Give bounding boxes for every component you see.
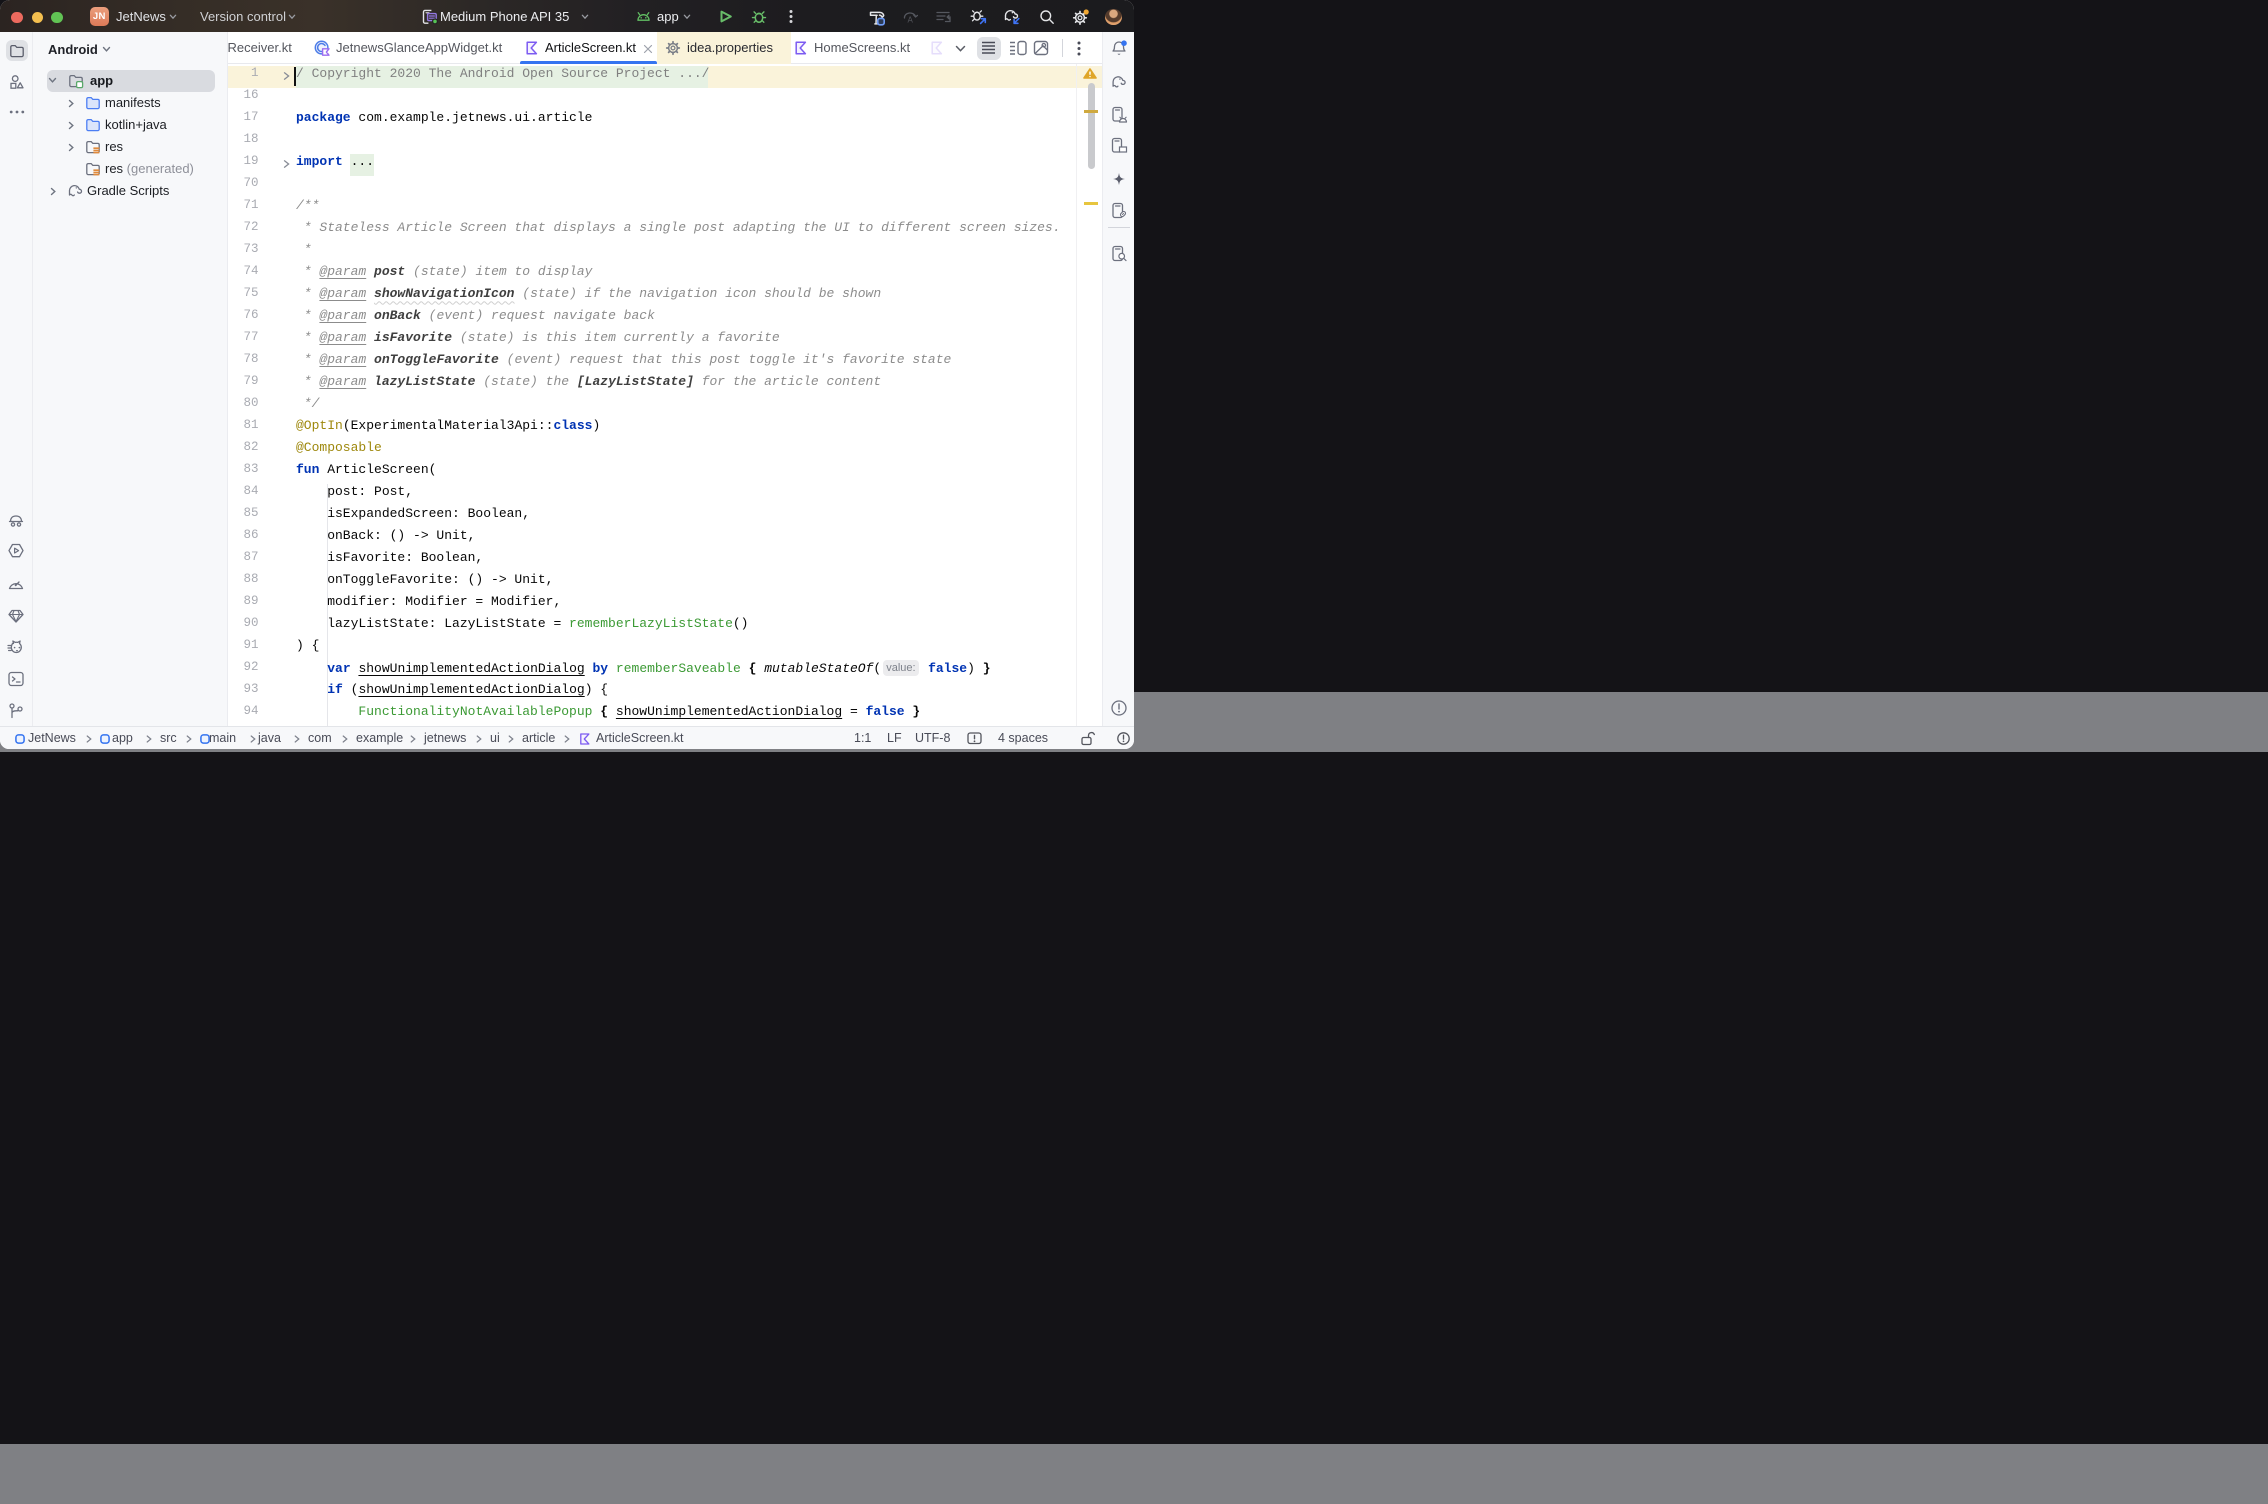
svg-text:A: A (908, 16, 914, 25)
